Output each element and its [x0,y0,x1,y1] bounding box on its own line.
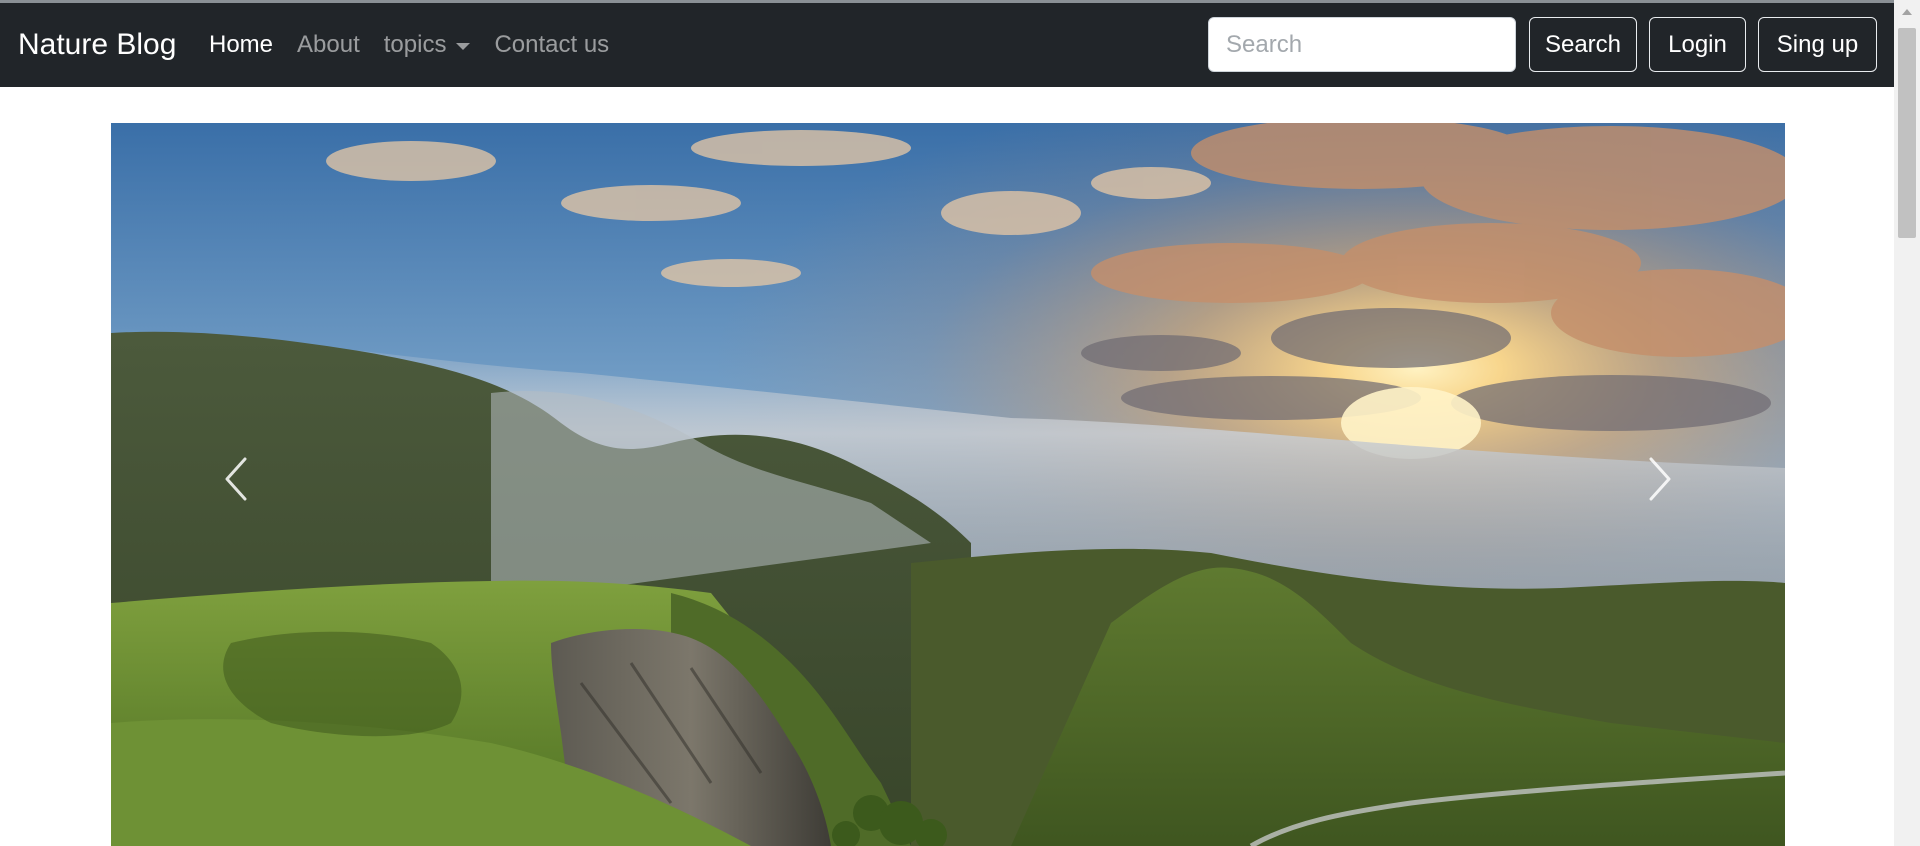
caret-down-icon [456,42,471,50]
scrollbar-thumb[interactable] [1898,28,1916,238]
image-carousel [111,123,1785,846]
nav-link-about[interactable]: About [285,3,372,87]
chevron-right-icon [1649,457,1671,501]
page-scrollbar[interactable] [1894,0,1920,846]
search-input[interactable] [1208,17,1516,72]
navbar: Nature Blog Home About topics Contact us… [0,3,1894,87]
carousel-next-button[interactable] [1605,123,1785,846]
nav-dropdown-topics-label: topics [383,31,447,58]
nav-link-contact[interactable]: Contact us [482,3,621,87]
brand-logo-text[interactable]: Nature Blog [18,3,176,87]
scroll-up-arrow-icon[interactable] [1902,9,1912,15]
nav-links: Home About topics Contact us [197,3,621,87]
nav-link-home[interactable]: Home [197,3,285,87]
login-button[interactable]: Login [1649,17,1746,72]
carousel-prev-button[interactable] [111,123,291,846]
carousel-slide-image [111,123,1785,846]
chevron-left-icon [225,457,247,501]
signup-button[interactable]: Sing up [1758,17,1877,72]
nav-dropdown-topics[interactable]: topics [372,3,483,87]
search-button[interactable]: Search [1529,17,1637,72]
